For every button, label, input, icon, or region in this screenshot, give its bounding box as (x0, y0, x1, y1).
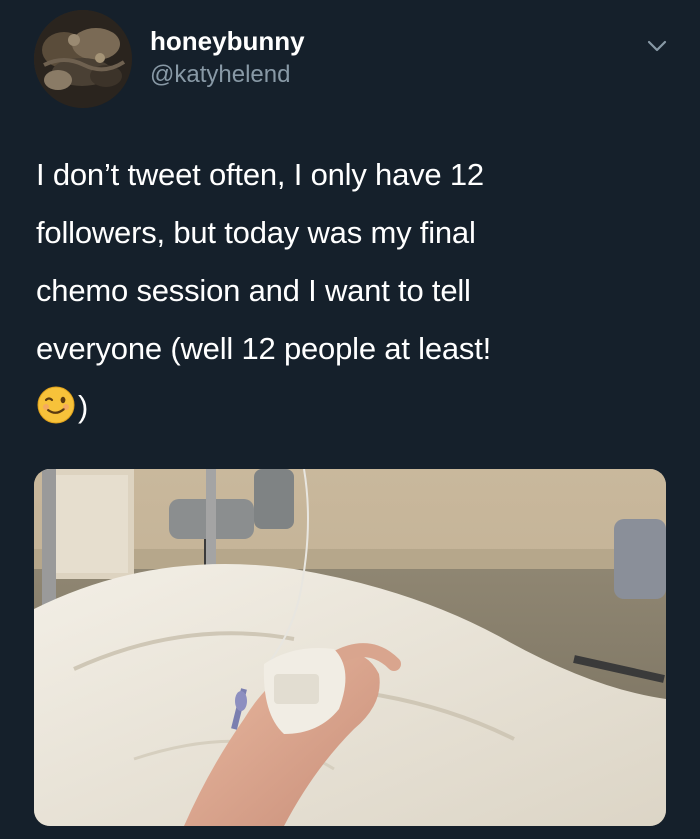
tweet-text-line: I don’t tweet often, I only have 12 (36, 157, 484, 192)
tweet-photo[interactable] (34, 469, 666, 826)
winking-face-emoji-icon (36, 385, 76, 425)
author-display-name[interactable]: honeybunny (150, 24, 305, 58)
tweet: honeybunny @katyhelend I don’t tweet oft… (0, 0, 700, 839)
avatar[interactable] (34, 10, 132, 108)
author-names: honeybunny @katyhelend (150, 24, 305, 90)
author-handle[interactable]: @katyhelend (150, 60, 305, 90)
hospital-photo-image (34, 469, 666, 826)
tweet-text-line: ) (36, 378, 676, 436)
tweet-text: I don’t tweet often, I only have 12 foll… (36, 146, 676, 436)
tweet-text-line: followers, but today was my final (36, 215, 476, 250)
avatar-image (34, 10, 132, 108)
tweet-text-line: everyone (well 12 people at least! (36, 331, 492, 366)
tweet-text-line: chemo session and I want to tell (36, 273, 471, 308)
tweet-text-end: ) (78, 389, 89, 424)
chevron-down-icon[interactable] (644, 33, 670, 59)
